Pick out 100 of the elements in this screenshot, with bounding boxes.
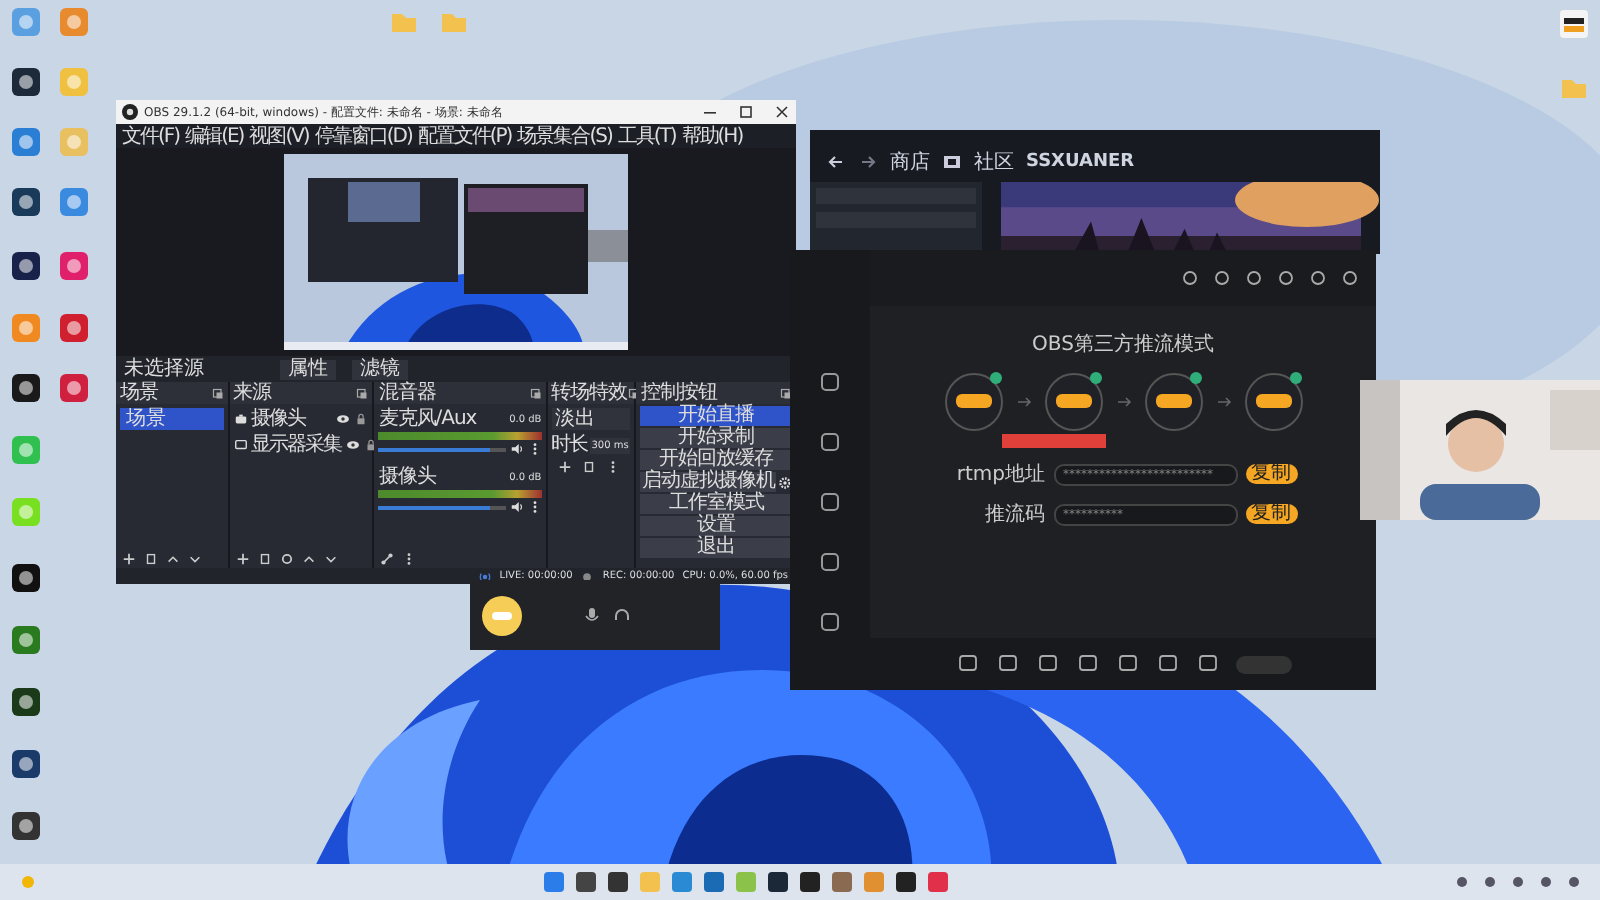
step-circle-icon — [941, 370, 1005, 434]
step-circle-icon — [1141, 370, 1205, 434]
tool-icon[interactable] — [818, 610, 842, 634]
close-icon[interactable] — [774, 104, 790, 120]
menu-item[interactable]: 视图(V) — [249, 125, 309, 147]
forward-arrow-icon[interactable] — [858, 152, 878, 172]
scene-item[interactable]: 场景 — [120, 408, 224, 430]
add-icon[interactable] — [557, 460, 572, 474]
arrow-icon — [1113, 392, 1133, 412]
app-icon[interactable] — [12, 688, 40, 716]
app-icon[interactable] — [798, 870, 822, 894]
tool-icon[interactable] — [995, 652, 1019, 676]
menu-item[interactable]: 停靠窗口(D) — [314, 125, 412, 147]
source-button[interactable]: 属性 — [280, 359, 336, 379]
obs-logo-icon — [122, 104, 138, 120]
dock-title: 混音器 — [378, 382, 436, 404]
control-button[interactable]: 开始直播 — [640, 406, 792, 426]
lock-icon[interactable] — [363, 438, 378, 452]
field-label: 推流码 — [983, 501, 1045, 528]
menu-item[interactable]: 文件(F) — [122, 125, 180, 147]
tool-icon[interactable] — [818, 550, 842, 574]
maximize-icon[interactable] — [738, 104, 754, 120]
user-link[interactable]: SSXUANER — [1026, 152, 1135, 172]
tool-icon[interactable] — [818, 490, 842, 514]
channel-name: 摄像头 — [378, 466, 436, 488]
tool-icon[interactable] — [1075, 652, 1099, 676]
app-icon[interactable] — [12, 374, 40, 402]
source-item[interactable]: 显示器采集 — [251, 434, 342, 456]
app-icon[interactable] — [574, 870, 598, 894]
app-icon[interactable] — [12, 750, 40, 778]
nav-link[interactable]: 商店 — [890, 148, 930, 176]
tool-icon[interactable] — [1115, 652, 1139, 676]
record-icon — [580, 569, 595, 583]
warning-banner — [1001, 434, 1105, 448]
step-circle-icon — [1241, 370, 1305, 434]
app-icon[interactable] — [12, 812, 40, 840]
down-icon[interactable] — [323, 551, 338, 565]
source-item[interactable]: 摄像头 — [251, 408, 333, 430]
app-icon[interactable] — [12, 188, 40, 216]
arrow-icon — [1013, 392, 1033, 412]
eye-icon[interactable] — [345, 438, 360, 452]
control-button[interactable]: 设置 — [640, 516, 792, 536]
down-icon[interactable] — [188, 551, 202, 565]
source-button[interactable]: 滤镜 — [352, 359, 408, 379]
dock-title: 转场特效 — [551, 382, 628, 404]
dock-title: 控制按钮 — [640, 382, 717, 404]
nav-link[interactable]: 社区 — [974, 148, 1014, 176]
speaker-icon[interactable] — [509, 500, 524, 514]
duration-label: 时长 — [551, 434, 588, 456]
app-icon[interactable] — [12, 252, 40, 280]
app-icon[interactable] — [606, 870, 630, 894]
add-icon[interactable] — [235, 551, 250, 565]
transition-dropdown[interactable]: 淡出 — [551, 408, 631, 430]
menu-item[interactable]: 帮助(H) — [681, 125, 743, 147]
menu-item[interactable]: 编辑(E) — [185, 125, 244, 147]
app-icon[interactable] — [1560, 10, 1588, 38]
undock-icon[interactable] — [211, 387, 224, 399]
headphones-icon[interactable] — [612, 605, 632, 625]
undock-icon[interactable] — [780, 387, 792, 399]
start-button[interactable] — [1235, 655, 1291, 673]
tool-icon[interactable] — [818, 370, 842, 394]
field-label: rtmp地址 — [954, 461, 1045, 488]
undock-icon[interactable] — [529, 387, 542, 399]
up-icon[interactable] — [166, 551, 180, 565]
control-button[interactable]: 工作室模式 — [640, 494, 792, 514]
monitor-icon — [233, 438, 248, 452]
dock-title: 来源 — [233, 382, 272, 404]
up-icon[interactable] — [301, 551, 316, 565]
app-icon[interactable] — [12, 68, 40, 96]
control-button[interactable]: 开始回放缓存 — [640, 450, 792, 470]
menu-item[interactable]: 工具(T) — [617, 125, 676, 147]
camera-icon — [233, 412, 248, 426]
mic-icon[interactable] — [582, 605, 602, 625]
tool-icon[interactable] — [1155, 652, 1179, 676]
add-icon[interactable] — [122, 551, 136, 565]
control-button[interactable]: 退出 — [640, 538, 792, 558]
lock-icon[interactable] — [354, 412, 369, 426]
channel-name: 麦克风/Aux — [378, 408, 477, 430]
app-icon[interactable] — [766, 870, 790, 894]
tool-icon[interactable] — [1035, 652, 1059, 676]
link-icon[interactable] — [380, 551, 395, 565]
tool-icon[interactable] — [818, 430, 842, 454]
menu-item[interactable]: 场景集合(S) — [517, 125, 612, 147]
speaker-icon[interactable] — [509, 442, 524, 456]
broadcast-icon — [477, 569, 492, 583]
dock-title: 场景 — [120, 382, 158, 404]
avatar-icon — [482, 595, 522, 635]
step-circle-icon — [1041, 370, 1105, 434]
control-button[interactable]: 启动虚拟摄像机 — [640, 472, 776, 492]
app-icon[interactable] — [12, 564, 40, 592]
menu-item[interactable]: 配置文件(P) — [417, 125, 512, 147]
control-button[interactable]: 开始录制 — [640, 428, 792, 448]
tool-icon[interactable] — [955, 652, 979, 676]
tool-icon[interactable] — [1195, 652, 1219, 676]
eye-icon[interactable] — [336, 412, 351, 426]
undock-icon[interactable] — [356, 387, 369, 399]
app-icon[interactable] — [894, 870, 918, 894]
back-arrow-icon[interactable] — [826, 152, 846, 172]
mode-title: OBS第三方推流模式 — [1032, 331, 1214, 358]
source-status: 未选择源 — [124, 358, 204, 380]
